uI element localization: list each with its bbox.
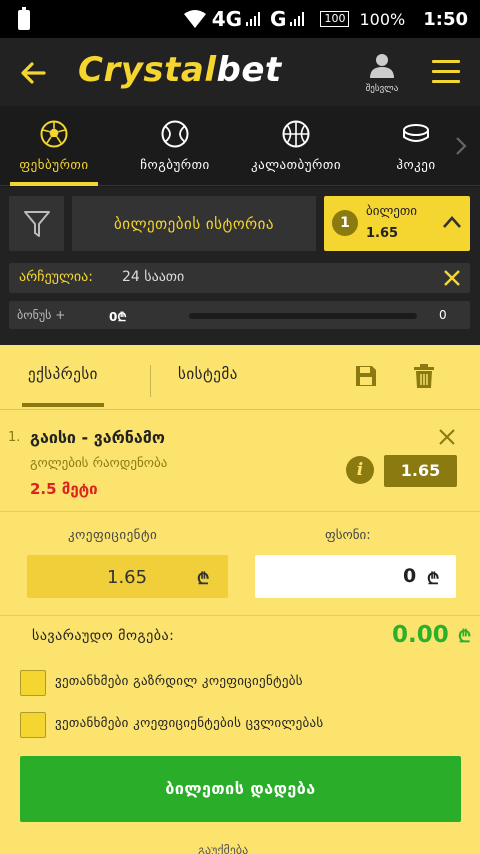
ticket-total-odds: 1.65 <box>366 226 399 241</box>
stake-input[interactable]: 0 ₾ <box>255 555 456 598</box>
place-bet-button[interactable]: ბილეთის დადება <box>20 756 461 822</box>
logo-text-main: Crystal <box>78 50 217 90</box>
tab-hockey[interactable]: ჰოკეი <box>384 120 448 186</box>
tennis-icon <box>161 120 189 148</box>
odds-label: კოეფიციენტი <box>68 528 158 543</box>
ticket-bar: ბილეთების ისტორია 1 ბილეთი 1.65 არჩეულია… <box>0 187 480 345</box>
tab-tennis[interactable]: ჩოგბურთი <box>128 120 222 186</box>
tab-basketball[interactable]: კალათბურთი <box>240 120 352 186</box>
bonus-end-value: 0 <box>439 308 447 322</box>
tab-football[interactable]: ფეხბურთი <box>10 120 98 186</box>
battery-percent: 100% <box>359 9 406 29</box>
total-odds-value: 1.65 <box>107 567 148 588</box>
chevron-right-icon[interactable] <box>454 134 468 158</box>
basketball-icon <box>282 120 310 148</box>
ticket-title: ბილეთი <box>366 204 418 219</box>
network-type: 4G <box>211 7 243 31</box>
close-icon[interactable] <box>443 269 461 287</box>
bonus-row: ბონუს + 0₾ 0 <box>9 301 470 329</box>
clock: 1:50 <box>423 8 468 30</box>
potential-win-label: სავარაუდო მოგება: <box>32 628 175 644</box>
bet-selection-item: 1. გაისი - ვარნამო გოლების რაოდენობა 2.5… <box>0 410 480 512</box>
filter-button[interactable] <box>9 196 64 251</box>
stake-label: ფსონი: <box>325 528 371 543</box>
wifi-icon <box>183 10 206 28</box>
lari-icon: ₾ <box>458 627 472 647</box>
potential-win-value: 0.00 <box>392 622 449 648</box>
user-icon <box>370 54 394 78</box>
checkbox-label: ვეთანხმები კოეფიციენტების ცვლილებას <box>55 716 324 731</box>
checkbox-label: ვეთანხმები გაზრდილ კოეფიციენტებს <box>55 674 303 689</box>
login-label: შესვლა <box>365 84 399 94</box>
logo-text-accent: bet <box>216 50 282 90</box>
selected-value: 24 საათი <box>122 269 185 285</box>
bonus-progress-bar <box>189 313 417 319</box>
bonus-start-value: 0₾ <box>109 310 127 324</box>
battery-saver-icon <box>18 7 30 30</box>
ticket-count-badge: 1 <box>332 210 358 236</box>
market-name: გოლების რაოდენობა <box>30 456 168 471</box>
potential-win-row: სავარაუდო მოგება: 0.00 ₾ <box>0 615 480 655</box>
tab-express[interactable]: ექსპრესი <box>22 365 104 407</box>
crystalbet-logo[interactable]: Crystalbet <box>78 50 282 90</box>
save-icon[interactable] <box>355 365 377 387</box>
tab-label: ჰოკეი <box>396 158 436 173</box>
tab-label: ფეხბურთი <box>19 158 89 173</box>
outcome-name: 2.5 მეტი <box>30 480 98 498</box>
stake-value: 0 <box>403 565 417 587</box>
chevron-up-icon <box>443 216 461 228</box>
app-header: Crystalbet შესვლა <box>0 38 480 106</box>
selection-number: 1. <box>8 430 21 445</box>
sport-tabs: ფეხბურთი ჩოგბურთი კალათბურთი ჰოკეი <box>0 106 480 186</box>
selected-period-row: არჩეულია: 24 საათი <box>9 263 470 293</box>
remove-selection-icon[interactable] <box>438 428 456 446</box>
login-button[interactable]: შესვლა <box>358 52 406 94</box>
accept-odds-changes-checkbox[interactable] <box>20 712 46 738</box>
tab-label: კალათბურთი <box>250 158 342 173</box>
cancel-link[interactable]: გაუქმება <box>198 843 248 854</box>
battery-icon: 100 <box>320 11 350 27</box>
signal-bars-icon <box>246 12 261 26</box>
match-name: გაისი - ვარნამო <box>30 428 165 447</box>
selected-label: არჩეულია: <box>19 269 93 285</box>
ticket-history-button[interactable]: ბილეთების ისტორია <box>72 196 316 251</box>
bonus-label: ბონუს + <box>17 308 66 322</box>
menu-icon[interactable] <box>432 60 460 84</box>
tab-label: ჩოგბურთი <box>140 158 210 173</box>
accept-increased-odds-checkbox[interactable] <box>20 670 46 696</box>
slip-tabs: ექსპრესი სისტემა <box>0 345 480 410</box>
tab-system[interactable]: სისტემა <box>178 365 238 383</box>
back-arrow-icon[interactable] <box>18 58 48 88</box>
info-icon[interactable]: i <box>346 456 374 484</box>
total-odds-field: 1.65 ₾ <box>27 555 228 598</box>
football-icon <box>40 120 68 148</box>
status-bar: 4G G 100 100% 1:50 <box>0 0 480 38</box>
lari-icon: ₾ <box>197 569 210 588</box>
bet-slip: ექსპრესი სისტემა 1. გაისი - ვარნამო გოლე… <box>0 345 480 854</box>
signal-bars-2-icon <box>290 12 305 26</box>
ticket-toggle-button[interactable]: 1 ბილეთი 1.65 <box>324 196 470 251</box>
lari-icon: ₾ <box>427 569 440 588</box>
selection-odds: 1.65 <box>384 455 457 487</box>
funnel-icon <box>24 211 50 237</box>
network-type-2: G <box>270 7 287 31</box>
hockey-puck-icon <box>403 124 429 142</box>
trash-icon[interactable] <box>414 364 434 388</box>
tab-separator <box>150 365 151 397</box>
